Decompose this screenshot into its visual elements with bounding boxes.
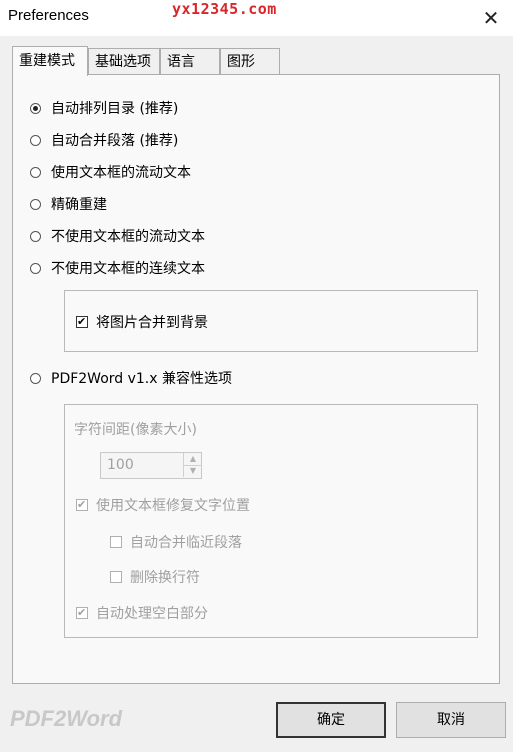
auto-whitespace-checkbox[interactable]: 自动处理空白部分 [76,603,208,623]
use-textbox-fix-checkbox[interactable]: 使用文本框修复文字位置 [76,495,250,515]
radio-label: 不使用文本框的流动文本 [51,229,205,245]
radio-continuous-text-no-textbox[interactable]: 不使用文本框的连续文本 [30,258,205,278]
remove-line-breaks-checkbox[interactable]: 删除换行符 [110,567,200,587]
radio-indicator[interactable] [30,372,41,384]
tab-rebuild-mode[interactable]: 重建模式 [12,46,88,76]
checkbox-label: 自动合并临近段落 [130,535,242,551]
radio-flowing-text-textbox[interactable]: 使用文本框的流动文本 [30,162,191,182]
radio-indicator[interactable] [30,134,41,146]
checkbox-indicator[interactable] [76,499,88,511]
radio-label: 精确重建 [51,197,107,213]
radio-indicator[interactable] [30,262,41,274]
char-spacing-value[interactable]: 100 [107,457,134,473]
radio-label: 不使用文本框的连续文本 [51,261,205,277]
close-button[interactable]: ✕ [478,5,504,31]
radio-indicator[interactable] [30,198,41,210]
cancel-button[interactable]: 取消 [396,702,506,738]
tab-language[interactable]: 语言 [160,48,220,74]
char-spacing-label: 字符间距(像素大小) [74,422,197,438]
checkbox-label: 将图片合并到背景 [96,315,208,331]
checkbox-indicator[interactable] [76,316,88,328]
radio-legacy-compat[interactable]: PDF2Word v1.x 兼容性选项 [30,368,232,388]
radio-indicator[interactable] [30,230,41,242]
radio-auto-merge-paragraphs[interactable]: 自动合并段落 (推荐) [30,130,178,150]
auto-merge-adjacent-checkbox[interactable]: 自动合并临近段落 [110,532,242,552]
radio-auto-arrange-toc[interactable]: 自动排列目录 (推荐) [30,98,178,118]
tab-graphics[interactable]: 图形 [220,48,280,74]
spin-down-icon[interactable]: ▼ [183,465,202,477]
radio-label: 自动合并段落 (推荐) [51,133,179,149]
radio-label: 使用文本框的流动文本 [51,165,191,181]
checkbox-label: 自动处理空白部分 [96,606,208,622]
ok-button[interactable]: 确定 [276,702,386,738]
radio-indicator[interactable] [30,166,41,178]
radio-label: PDF2Word v1.x 兼容性选项 [51,371,232,387]
watermark-text: yx12345.com [172,0,277,18]
checkbox-label: 删除换行符 [130,570,200,586]
checkbox-indicator[interactable] [110,571,122,583]
char-spacing-spinner[interactable]: 100 ▲ ▼ [100,452,202,479]
tab-basic-options[interactable]: 基础选项 [88,48,160,74]
brand-logo-text: PDF2Word [10,706,123,731]
window-title: Preferences [8,7,89,24]
radio-exact-rebuild[interactable]: 精确重建 [30,194,107,214]
title-bar: Preferences yx12345.com ✕ [0,0,513,36]
merge-images-checkbox[interactable]: 将图片合并到背景 [76,312,208,332]
radio-label: 自动排列目录 (推荐) [51,101,179,117]
radio-flowing-text-no-textbox[interactable]: 不使用文本框的流动文本 [30,226,205,246]
preferences-dialog: Preferences yx12345.com ✕ 重建模式 基础选项 语言 图… [0,0,513,752]
checkbox-indicator[interactable] [110,536,122,548]
checkbox-indicator[interactable] [76,607,88,619]
radio-indicator[interactable] [30,102,41,114]
checkbox-label: 使用文本框修复文字位置 [96,498,250,514]
